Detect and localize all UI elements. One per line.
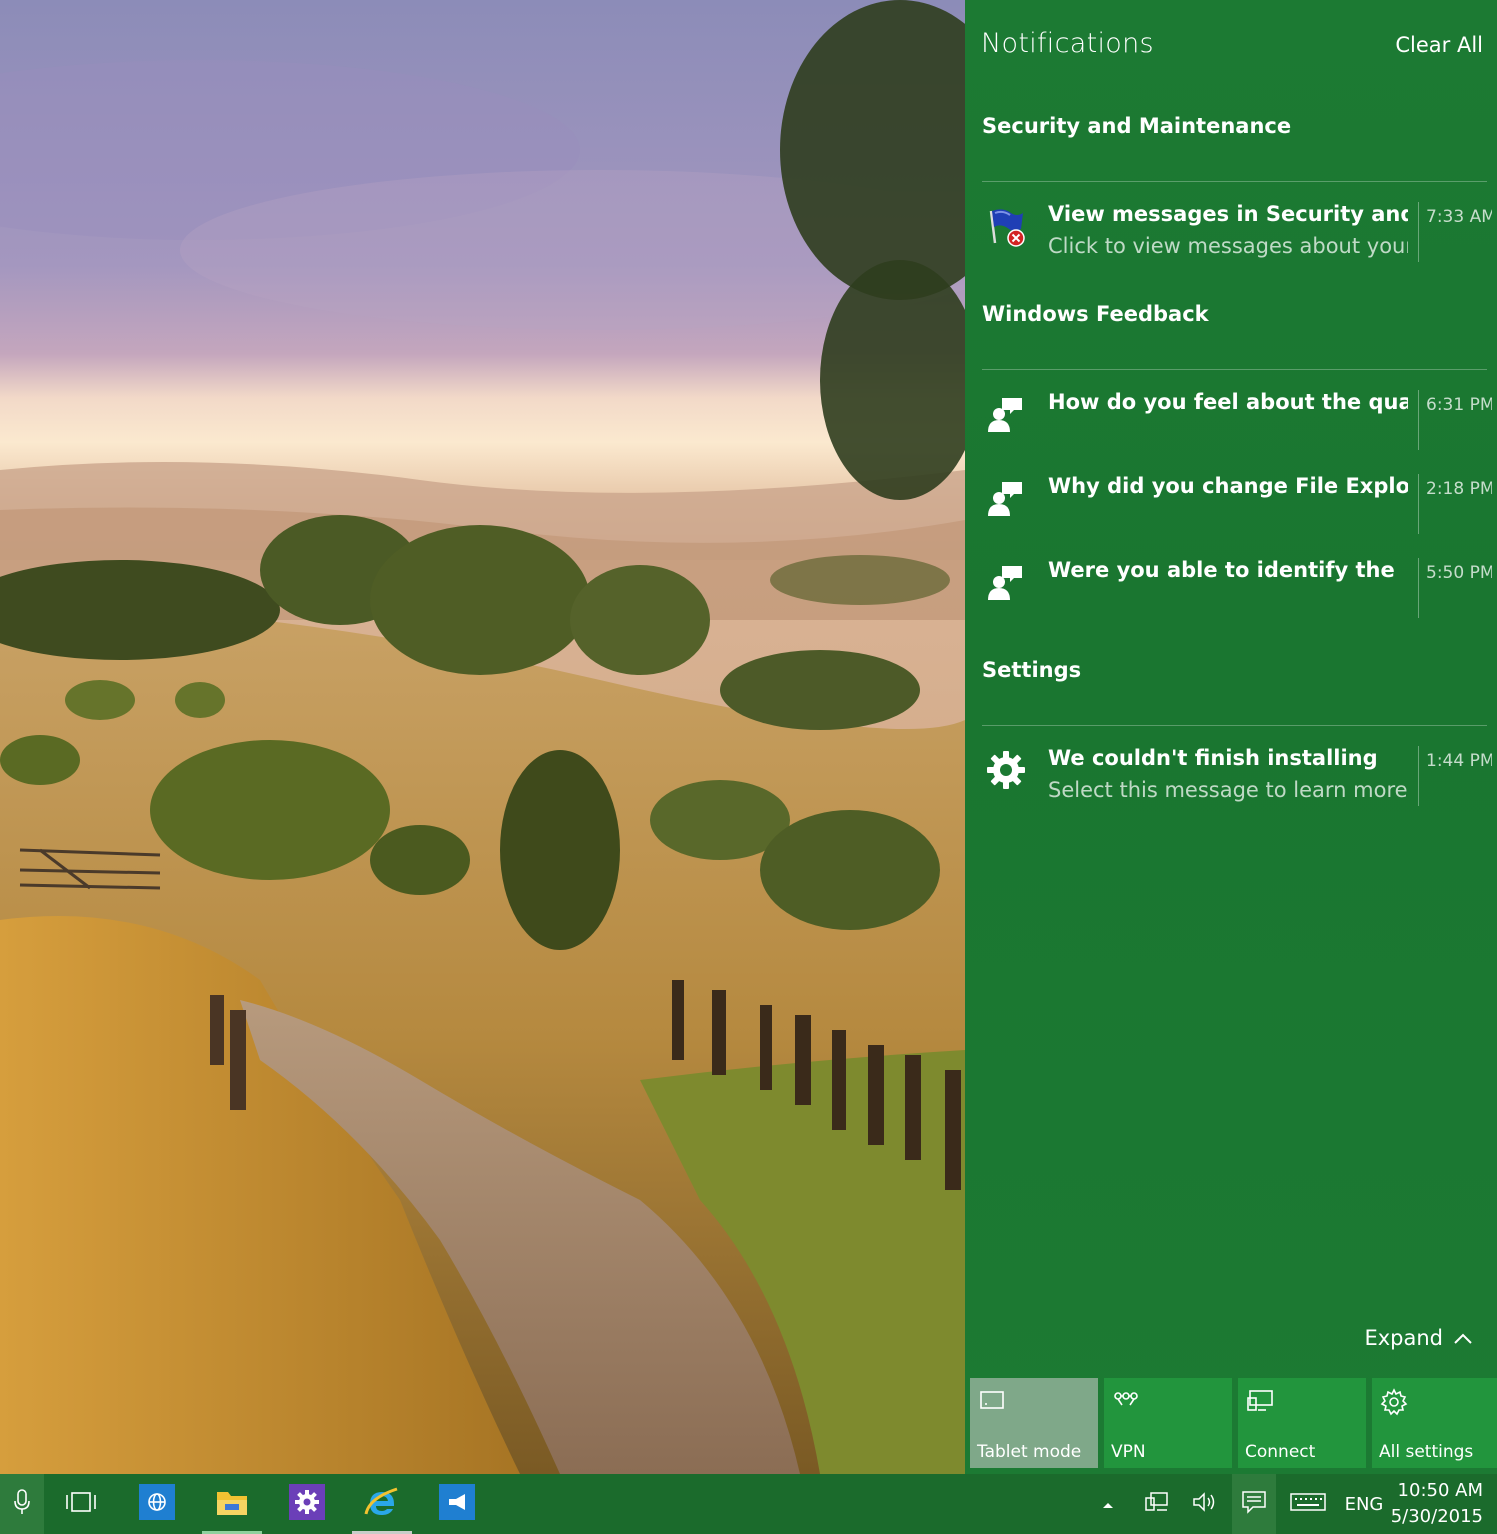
notification-time: 2:18 PM — [1426, 479, 1492, 499]
security-flag-icon — [982, 202, 1030, 250]
notification-time: 1:44 PM — [1426, 751, 1492, 771]
notification-divider — [1418, 558, 1419, 618]
chevron-up-icon — [1101, 1495, 1115, 1514]
action-center-button[interactable] — [1232, 1474, 1276, 1534]
taskbar-app-settings[interactable] — [280, 1474, 334, 1534]
network-icon — [1143, 1490, 1171, 1518]
volume-icon — [1191, 1490, 1219, 1518]
notification-time: 7:33 AM — [1426, 207, 1492, 227]
quick-action-label: All settings — [1379, 1442, 1474, 1462]
language-indicator: ENG — [1344, 1493, 1384, 1515]
taskbar-app-file-explorer[interactable] — [202, 1474, 262, 1534]
globe-app-icon — [139, 1484, 175, 1524]
feedback-app-icon — [439, 1484, 475, 1524]
desktop-wallpaper — [0, 0, 965, 1474]
clear-all-button[interactable]: Clear All — [1395, 33, 1483, 57]
task-view-button[interactable] — [56, 1474, 106, 1534]
taskbar: ENG 10:50 AM 5/30/2015 — [0, 1474, 1497, 1534]
microphone-icon — [13, 1488, 31, 1520]
group-title-windows-feedback[interactable]: Windows Feedback — [982, 302, 1209, 326]
settings-app-icon — [289, 1484, 325, 1524]
notification-feedback-quality[interactable]: How do you feel about the quality 6:31 P… — [982, 390, 1492, 470]
input-language-button[interactable]: ENG — [1342, 1474, 1386, 1534]
tablet-mode-icon — [978, 1388, 1006, 1416]
notification-divider — [1418, 202, 1419, 262]
group-divider — [982, 369, 1487, 370]
action-center-panel: Notifications Clear All Security and Mai… — [965, 0, 1497, 1474]
notification-settings-install[interactable]: We couldn't finish installing Select thi… — [982, 746, 1492, 826]
taskbar-app-internet-explorer[interactable] — [352, 1474, 412, 1534]
action-center-icon — [1241, 1489, 1267, 1519]
notification-feedback-file-explorer[interactable]: Why did you change File Explorer 2:18 PM — [982, 474, 1492, 554]
network-button[interactable] — [1138, 1474, 1176, 1534]
cortana-microphone-button[interactable] — [0, 1474, 44, 1534]
notification-feedback-identify[interactable]: Were you able to identify the 5:50 PM — [982, 558, 1492, 638]
taskbar-app-feedback[interactable] — [430, 1474, 484, 1534]
notifications-title: Notifications — [981, 28, 1154, 59]
notification-title: Were you able to identify the — [1048, 558, 1395, 582]
chevron-up-icon — [1453, 1326, 1473, 1350]
notification-divider — [1418, 474, 1419, 534]
quick-action-label: Connect — [1245, 1442, 1316, 1462]
taskbar-app-globe[interactable] — [130, 1474, 184, 1534]
internet-explorer-icon — [363, 1484, 401, 1524]
keyboard-icon — [1289, 1491, 1327, 1517]
quick-action-label: VPN — [1111, 1442, 1146, 1462]
group-title-settings[interactable]: Settings — [982, 658, 1081, 682]
notification-divider — [1418, 390, 1419, 450]
group-title-security-and-maintenance[interactable]: Security and Maintenance — [982, 114, 1291, 138]
notification-divider — [1418, 746, 1419, 806]
expand-button[interactable]: Expand — [1364, 1326, 1473, 1350]
gear-icon — [982, 746, 1030, 794]
notification-title: How do you feel about the quality — [1048, 390, 1408, 414]
clock-button[interactable]: 10:50 AM 5/30/2015 — [1391, 1478, 1483, 1530]
show-hidden-icons-button[interactable] — [1094, 1474, 1122, 1534]
clock-date: 5/30/2015 — [1390, 1506, 1483, 1527]
file-explorer-icon — [215, 1487, 249, 1521]
notification-body: Select this message to learn more. — [1048, 778, 1408, 802]
notification-body: Click to view messages about your — [1048, 234, 1408, 258]
notification-title: View messages in Security and — [1048, 202, 1408, 226]
expand-label: Expand — [1364, 1326, 1443, 1350]
notification-time: 5:50 PM — [1426, 563, 1492, 583]
quick-action-tablet-mode[interactable]: Tablet mode — [970, 1378, 1098, 1468]
notification-time: 6:31 PM — [1426, 395, 1492, 415]
quick-action-connect[interactable]: Connect — [1238, 1378, 1366, 1468]
notification-title: We couldn't finish installing — [1048, 746, 1378, 770]
feedback-icon — [982, 474, 1030, 522]
vpn-icon — [1112, 1388, 1140, 1416]
quick-actions: Tablet mode VPN Connect All settings — [970, 1378, 1497, 1468]
quick-action-vpn[interactable]: VPN — [1104, 1378, 1232, 1468]
touch-keyboard-button[interactable] — [1284, 1474, 1332, 1534]
settings-icon — [1380, 1388, 1408, 1420]
feedback-icon — [982, 558, 1030, 606]
notification-security-messages[interactable]: View messages in Security and Click to v… — [982, 202, 1492, 282]
task-view-icon — [64, 1490, 98, 1518]
feedback-icon — [982, 390, 1030, 438]
clock-time: 10:50 AM — [1397, 1480, 1483, 1501]
group-divider — [982, 181, 1487, 182]
group-divider — [982, 725, 1487, 726]
connect-icon — [1246, 1388, 1276, 1418]
action-center-header: Notifications Clear All — [981, 28, 1483, 68]
notification-title: Why did you change File Explorer — [1048, 474, 1408, 498]
quick-action-all-settings[interactable]: All settings — [1372, 1378, 1497, 1468]
quick-action-label: Tablet mode — [977, 1442, 1082, 1462]
volume-button[interactable] — [1186, 1474, 1224, 1534]
